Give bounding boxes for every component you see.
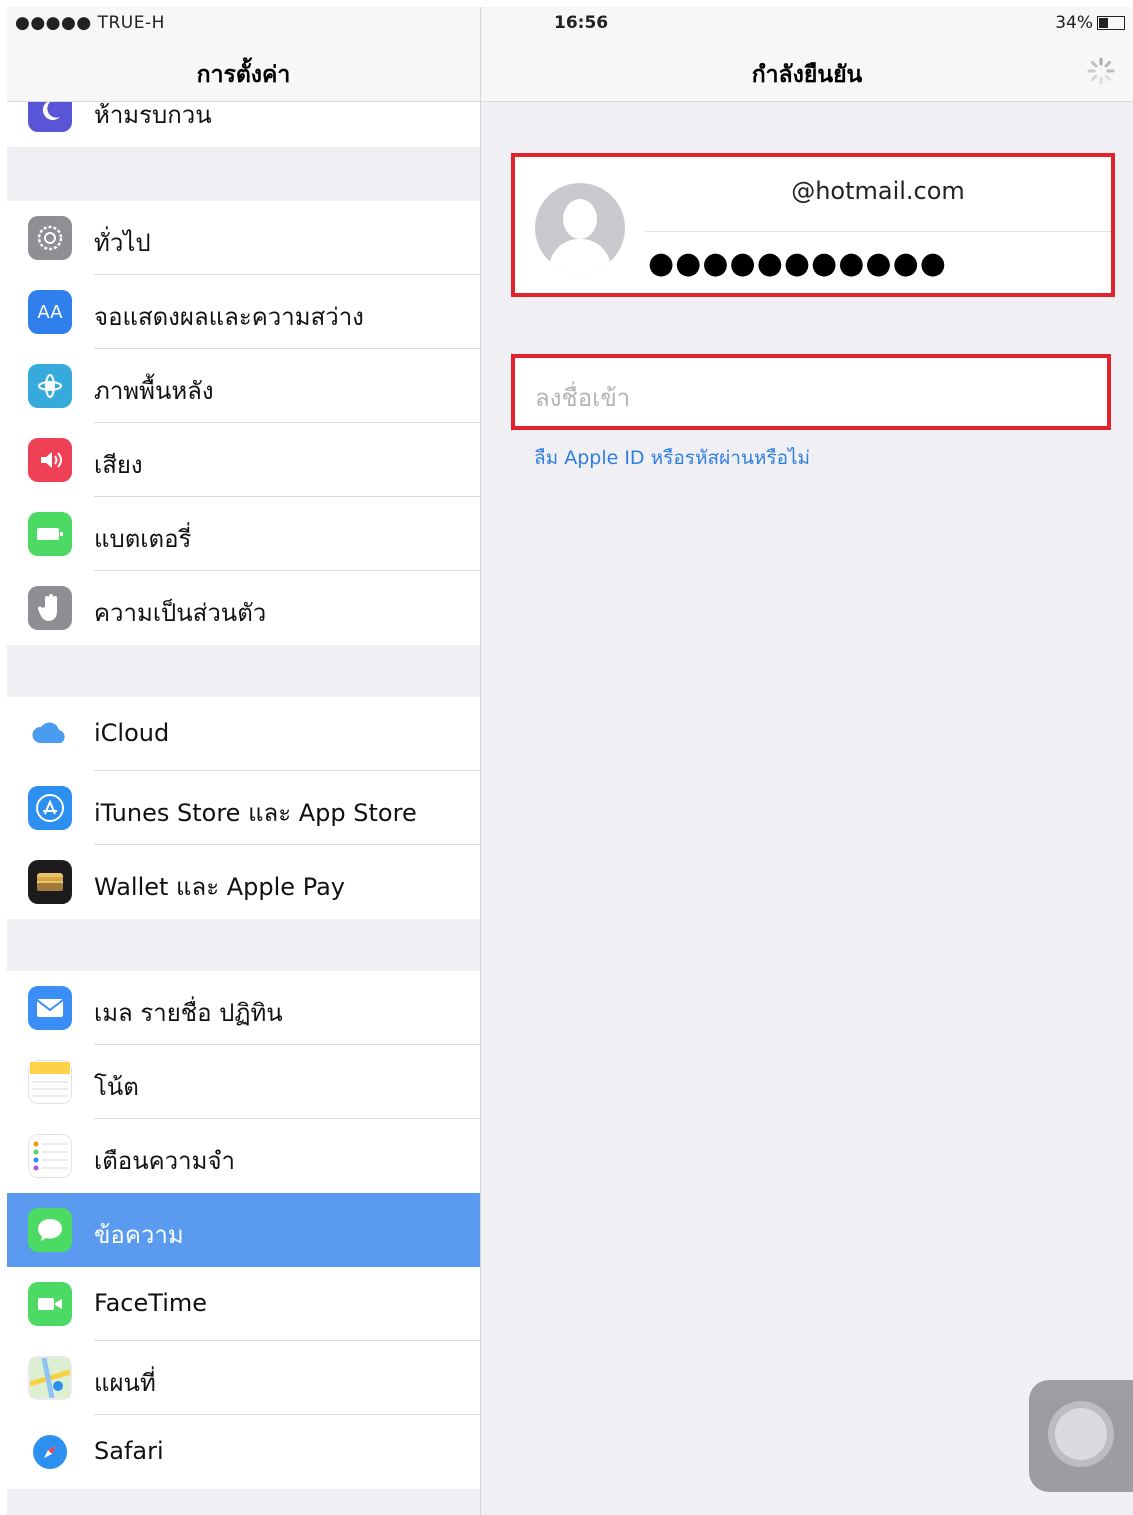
sidebar-item-label: จอแสดงผลและความสว่าง [94,303,364,331]
sidebar-item-label: แผนที่ [94,1369,156,1397]
settings-group-apps: เมล รายชื่อ ปฏิทิน โน้ต เตือนความจำ ข้อค… [7,971,480,1489]
sidebar-item-itunes-app-store[interactable]: iTunes Store และ App Store [7,771,480,845]
sidebar-item-label: เมล รายชื่อ ปฏิทิน [94,999,283,1027]
detail-nav-bar: กำลังยืนยัน [481,43,1133,102]
sidebar-item-label: ข้อความ [94,1221,184,1249]
ipad-screen: ●●●●● TRUE-H 16:56 34% การตั้งค่า ห้ามรบ… [7,7,1133,1515]
speaker-icon [28,438,72,482]
display-aa-icon: AA [28,290,72,334]
sidebar-item-label: Safari [94,1437,164,1465]
assistive-touch-button[interactable] [1029,1380,1133,1492]
sidebar-item-wallet-apple-pay[interactable]: Wallet และ Apple Pay [7,845,480,919]
app-store-icon [28,786,72,830]
forgot-apple-id-link[interactable]: ลืม Apple ID หรือรหัสผ่านหรือไม่ [534,443,810,473]
sidebar-item-label: FaceTime [94,1289,208,1317]
facetime-icon [28,1282,72,1326]
sidebar-item-label: โน้ต [94,1073,139,1101]
email-field[interactable]: @hotmail.com [645,177,1111,205]
sign-in-button[interactable]: ลงชื่อเข้า [511,354,1111,430]
battery-icon [1097,16,1125,30]
sidebar-item-notes[interactable]: โน้ต [7,1045,480,1119]
wallet-icon [28,860,72,904]
detail-pane: กำลังยืนยัน @hotmail.com ●●●●●●●●●●● ลงช… [481,7,1133,1515]
settings-group-general: ทั่วไป AA จอแสดงผลและความสว่าง ภาพพื้นหล… [7,201,480,645]
account-credentials-card: @hotmail.com ●●●●●●●●●●● [511,153,1115,297]
sidebar-item-mail-contacts-calendars[interactable]: เมล รายชื่อ ปฏิทิน [7,971,480,1045]
sidebar-item-wallpaper[interactable]: ภาพพื้นหลัง [7,349,480,423]
reminders-icon [28,1134,72,1178]
safari-icon [28,1430,72,1474]
sidebar-item-sounds[interactable]: เสียง [7,423,480,497]
sidebar-item-general[interactable]: ทั่วไป [7,201,480,275]
battery-indicator: 34% [1055,13,1125,33]
messages-icon [28,1208,72,1252]
sidebar-item-label: iCloud [94,719,170,747]
wallpaper-icon [28,364,72,408]
mail-icon [28,986,72,1030]
detail-title: กำลังยืนยัน [751,62,863,88]
sidebar-item-label: ทั่วไป [94,229,151,257]
maps-icon [28,1356,72,1400]
settings-title: การตั้งค่า [196,62,291,88]
sidebar-item-icloud[interactable]: iCloud [7,697,480,771]
notes-icon [28,1060,72,1104]
battery-icon [28,512,72,556]
sidebar-item-messages[interactable]: ข้อความ [7,1193,480,1267]
settings-group-accounts: iCloud iTunes Store และ App Store Wallet… [7,697,480,919]
settings-sidebar: การตั้งค่า ห้ามรบกวน ทั่วไป AA จอแสดงผลแ… [7,7,480,1515]
sidebar-item-maps[interactable]: แผนที่ [7,1341,480,1415]
sidebar-item-label: Wallet และ Apple Pay [94,873,345,901]
carrier-label: ●●●●● TRUE-H [15,13,165,33]
clock: 16:56 [554,13,609,33]
settings-nav-bar: การตั้งค่า [7,43,480,102]
sidebar-item-label: iTunes Store และ App Store [94,799,417,827]
status-bar: ●●●●● TRUE-H 16:56 34% [7,7,1133,43]
cloud-icon [28,712,72,756]
gear-icon [28,216,72,260]
sidebar-item-label: เตือนความจำ [94,1147,235,1175]
sidebar-item-privacy[interactable]: ความเป็นส่วนตัว [7,571,480,645]
loading-spinner-icon [1087,57,1115,85]
sidebar-item-label: แบตเตอรี่ [94,525,192,553]
sidebar-item-display-brightness[interactable]: AA จอแสดงผลและความสว่าง [7,275,480,349]
avatar [535,183,625,273]
sidebar-item-battery[interactable]: แบตเตอรี่ [7,497,480,571]
sidebar-item-label: ความเป็นส่วนตัว [94,599,267,627]
split-divider [480,7,481,1515]
sidebar-item-label: ภาพพื้นหลัง [94,377,214,405]
hand-icon [28,586,72,630]
sidebar-item-label: เสียง [94,451,143,479]
battery-percent: 34% [1055,13,1093,33]
sidebar-item-reminders[interactable]: เตือนความจำ [7,1119,480,1193]
password-field[interactable]: ●●●●●●●●●●● [648,249,947,279]
sidebar-item-facetime[interactable]: FaceTime [7,1267,480,1341]
sidebar-item-safari[interactable]: Safari [7,1415,480,1489]
sign-in-label: ลงชื่อเข้า [535,384,631,412]
